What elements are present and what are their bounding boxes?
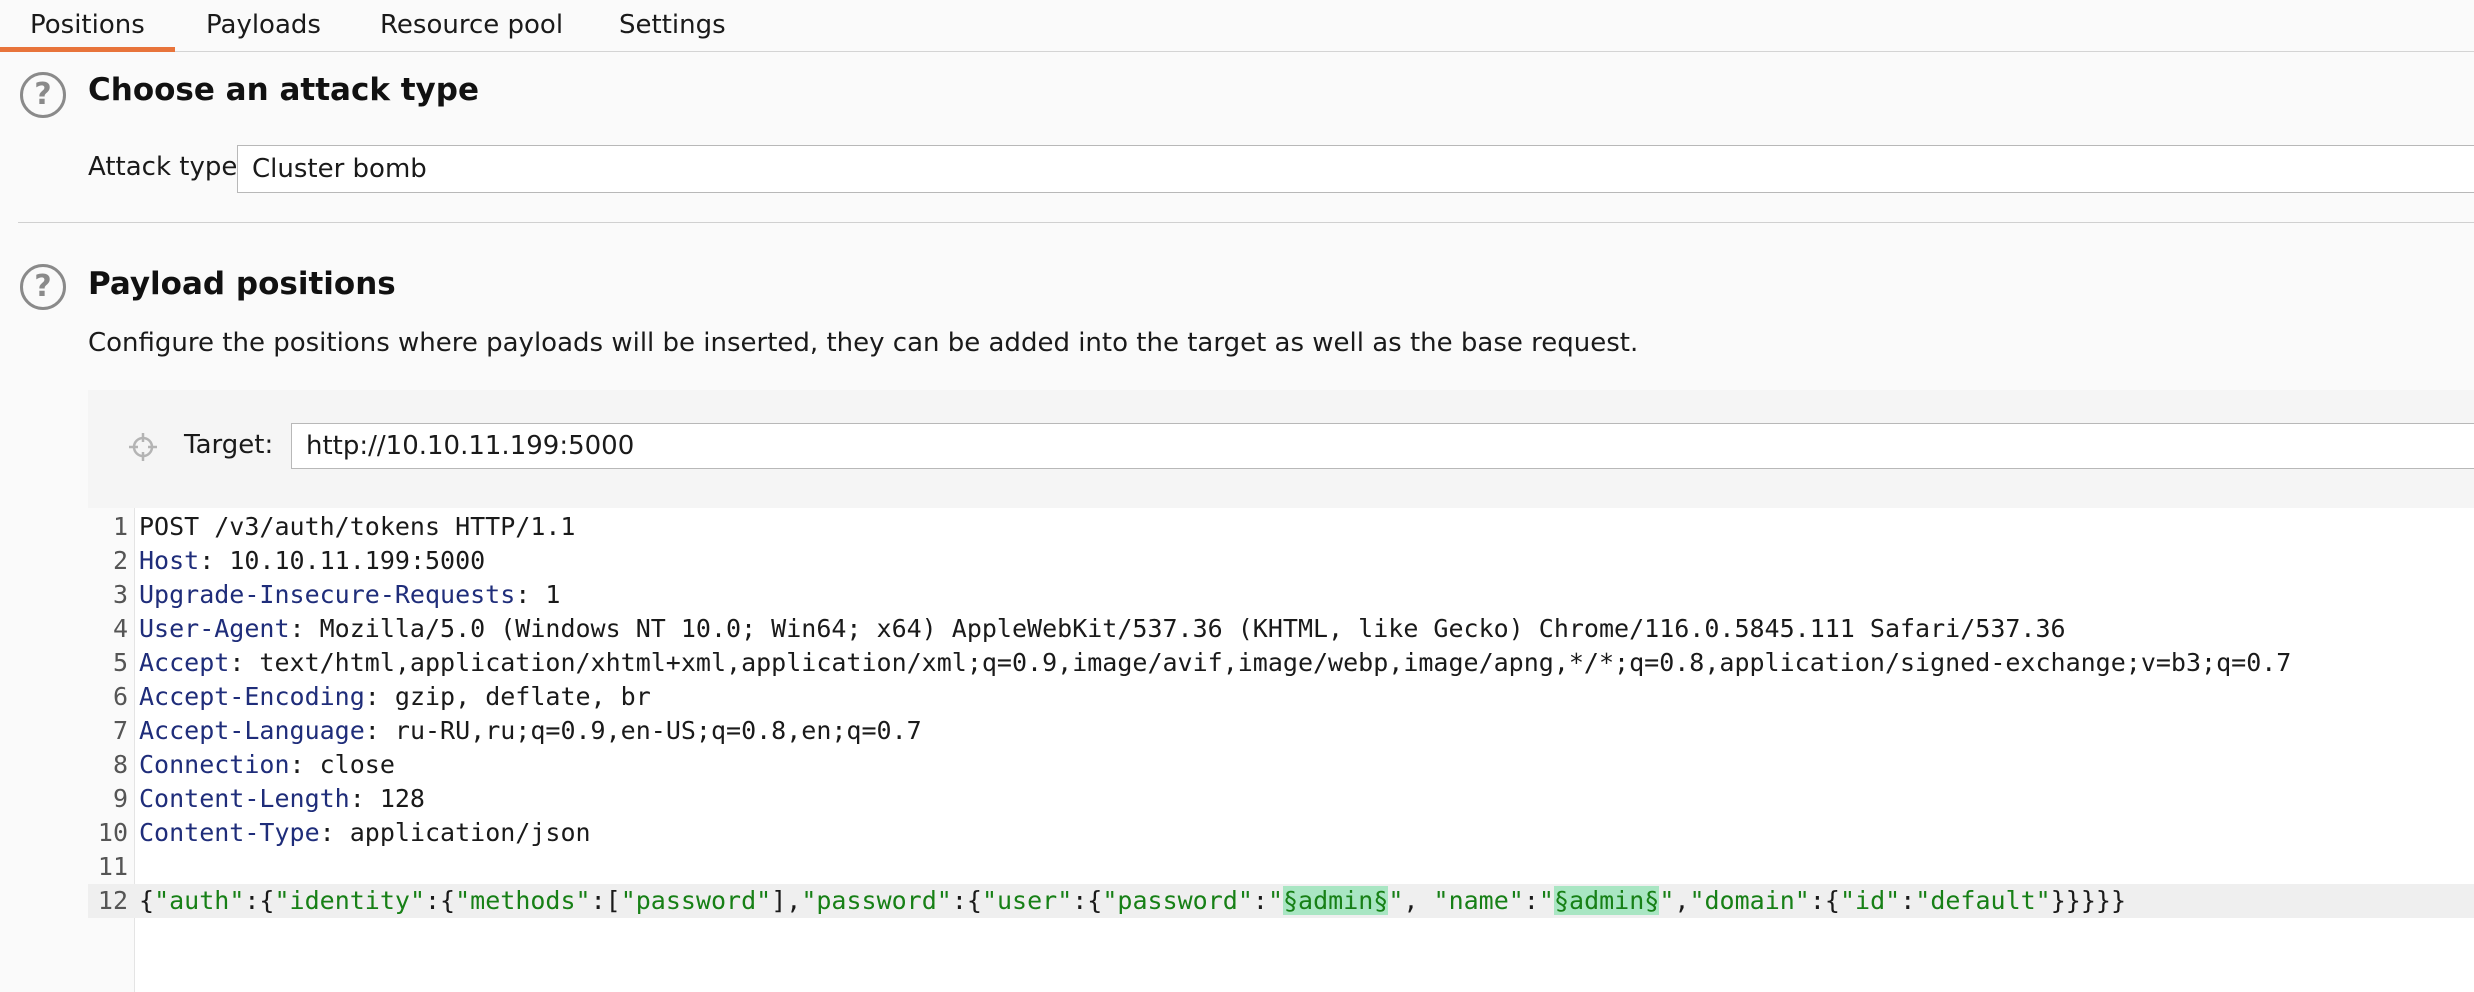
- header-value: 1: [545, 580, 561, 609]
- tab-positions[interactable]: Positions: [0, 0, 175, 52]
- target-input[interactable]: http://10.10.11.199:5000: [291, 423, 2474, 469]
- code-line[interactable]: 8 Connection: close: [88, 748, 2474, 782]
- line-number: 11: [97, 852, 128, 881]
- header-value: ru-RU,ru;q=0.9,en-US;q=0.8,en;q=0.7: [394, 716, 922, 745]
- json-string: "auth": [154, 886, 245, 915]
- json-string: "password": [801, 886, 952, 915]
- json-string: ": [1388, 886, 1404, 915]
- code-line[interactable]: 1 POST /v3/auth/tokens HTTP/1.1: [88, 510, 2474, 544]
- line-number: 1: [112, 512, 128, 541]
- json-punctuation: :{: [425, 886, 456, 915]
- header-name: Content-Type: [139, 818, 320, 847]
- line-number: 6: [112, 682, 128, 711]
- payload-positions-title: Payload positions: [88, 266, 396, 302]
- line-number: 12: [97, 886, 128, 915]
- json-punctuation: ],: [771, 886, 802, 915]
- tab-bar: Positions Payloads Resource pool Setting…: [0, 0, 2474, 52]
- json-string: ": [1659, 886, 1675, 915]
- json-punctuation: :{: [1809, 886, 1840, 915]
- header-name: Accept-Encoding: [139, 682, 365, 711]
- code-line[interactable]: 6 Accept-Encoding: gzip, deflate, br: [88, 680, 2474, 714]
- payload-positions-description: Configure the positions where payloads w…: [88, 328, 1639, 358]
- json-string: "methods": [455, 886, 591, 915]
- line-number: 4: [112, 614, 128, 643]
- line-number: 8: [112, 750, 128, 779]
- tab-resource-pool[interactable]: Resource pool: [350, 0, 593, 52]
- line-number: 7: [112, 716, 128, 745]
- code-line[interactable]: 3 Upgrade-Insecure-Requests: 1: [88, 578, 2474, 612]
- code-line[interactable]: 2 Host: 10.10.11.199:5000: [88, 544, 2474, 578]
- header-name: Connection: [139, 750, 290, 779]
- tab-settings[interactable]: Settings: [589, 0, 756, 52]
- json-string: "default": [1915, 886, 2051, 915]
- header-value: 128: [379, 784, 425, 813]
- crosshair-icon[interactable]: [128, 432, 158, 462]
- json-string: "password": [1102, 886, 1253, 915]
- header-name: Host: [139, 546, 200, 575]
- json-string: "domain": [1689, 886, 1810, 915]
- header-name: Accept: [139, 648, 230, 677]
- json-punctuation: ,: [1674, 886, 1690, 915]
- header-value: close: [319, 750, 395, 779]
- line-number: 3: [112, 580, 128, 609]
- payload-marker: §admin§: [1283, 886, 1389, 915]
- question-mark-icon[interactable]: ?: [20, 264, 66, 310]
- code-line[interactable]: 4 User-Agent: Mozilla/5.0 (Windows NT 10.…: [88, 612, 2474, 646]
- code-line[interactable]: 7 Accept-Language: ru-RU,ru;q=0.9,en-US;q…: [88, 714, 2474, 748]
- json-string: "name": [1433, 886, 1524, 915]
- json-punctuation: :[: [590, 886, 621, 915]
- section-divider: [18, 222, 2474, 223]
- tab-payloads[interactable]: Payloads: [176, 0, 351, 52]
- attack-type-title: Choose an attack type: [88, 72, 479, 108]
- attack-type-label: Attack type:: [88, 152, 247, 182]
- json-string: ": [1267, 886, 1283, 915]
- line-number: 5: [112, 648, 128, 677]
- json-string: ": [1538, 886, 1554, 915]
- header-name: Content-Length: [139, 784, 350, 813]
- header-value: gzip, deflate, br: [394, 682, 651, 711]
- json-string: "id": [1839, 886, 1901, 915]
- header-value: application/json: [349, 818, 591, 847]
- code-line[interactable]: 9 Content-Length: 128: [88, 782, 2474, 816]
- header-name: Upgrade-Insecure-Requests: [139, 580, 516, 609]
- header-name: User-Agent: [139, 614, 290, 643]
- json-string: "identity": [274, 886, 425, 915]
- json-string: "password": [620, 886, 772, 915]
- target-label: Target:: [184, 430, 274, 460]
- header-name: Accept-Language: [139, 716, 365, 745]
- question-mark-icon[interactable]: ?: [20, 72, 66, 118]
- request-line: POST /v3/auth/tokens HTTP/1.1: [139, 512, 576, 541]
- attack-type-select[interactable]: Cluster bomb: [237, 145, 2474, 193]
- json-punctuation: :: [1252, 886, 1268, 915]
- payload-marker: §admin§: [1553, 886, 1660, 915]
- json-punctuation: :{: [1072, 886, 1103, 915]
- json-punctuation: }}}}}: [2050, 886, 2126, 915]
- code-line[interactable]: 10 Content-Type: application/json: [88, 816, 2474, 850]
- header-value: 10.10.11.199:5000: [229, 546, 486, 575]
- request-body-json: {"auth":{"identity":{"methods":["passwor…: [139, 886, 2126, 915]
- line-number: 2: [112, 546, 128, 575]
- json-punctuation: :: [1523, 886, 1539, 915]
- json-punctuation: :{: [951, 886, 982, 915]
- json-string: "user": [981, 886, 1073, 915]
- header-value: Mozilla/5.0 (Windows NT 10.0; Win64; x64…: [319, 614, 2066, 643]
- code-line[interactable]: 11: [88, 850, 2474, 884]
- json-punctuation: :: [1900, 886, 1916, 915]
- header-value: text/html,application/xhtml+xml,applicat…: [259, 648, 2292, 677]
- json-punctuation: :{: [244, 886, 275, 915]
- json-punctuation: ,: [1403, 886, 1434, 915]
- code-line[interactable]: 5 Accept: text/html,application/xhtml+xml…: [88, 646, 2474, 680]
- line-number: 9: [112, 784, 128, 813]
- code-line-body[interactable]: 12 {"auth":{"identity":{"methods":["passw…: [88, 884, 2474, 918]
- json-punctuation: {: [139, 886, 155, 915]
- line-number: 10: [97, 818, 128, 847]
